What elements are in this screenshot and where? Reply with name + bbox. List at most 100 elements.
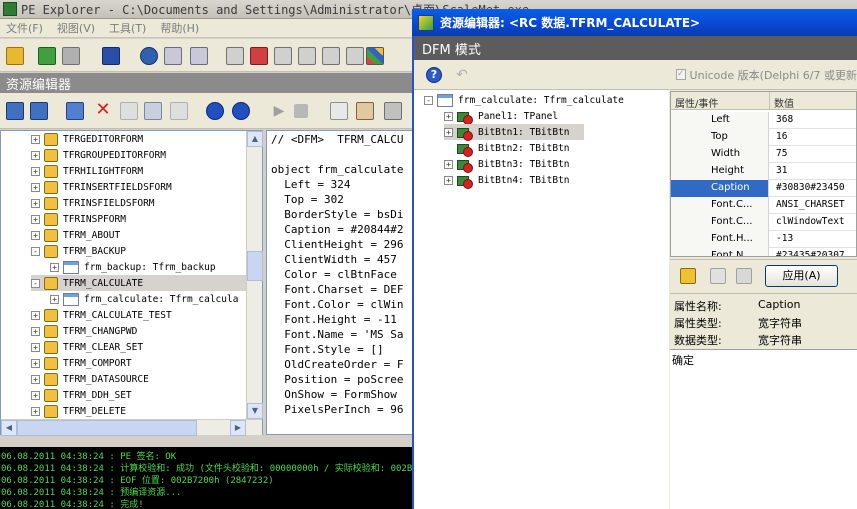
save-all-icon[interactable] [30,102,48,120]
tree-item[interactable]: + TFRINSERTFIELDSFORM [31,179,172,195]
menu-help[interactable]: 帮助(H) [154,20,207,36]
tree-item[interactable]: + TFRM_CALCULATE_TEST [31,307,172,323]
property-value-editor[interactable]: 确定 [670,349,857,509]
property-row[interactable]: Left 368 [671,112,856,129]
expand-icon[interactable]: + [31,182,40,192]
tree-item[interactable]: + frm_backup: Tfrm_backup [50,259,216,275]
property-row-selected[interactable]: Caption #30830#23450 [671,180,856,197]
view-icon[interactable] [330,102,348,120]
sections-icon[interactable] [164,47,182,65]
tree-item[interactable]: - frm_calculate: Tfrm_calculate [424,92,624,108]
unicode-checkbox-row[interactable]: ✓ Unicode 版本(Delphi 6/7 或更新) [670,60,857,90]
property-row[interactable]: Top 16 [671,129,856,146]
info-icon[interactable] [140,47,158,65]
undo-icon[interactable] [120,102,138,120]
tree-horizontal-scrollbar[interactable]: ◀ ▶ [1,419,262,436]
copy-icon[interactable] [144,102,162,120]
property-row[interactable]: Height 31 [671,163,856,180]
menu-tools[interactable]: 工具(T) [103,20,154,36]
tree-item[interactable]: + TFRM_CLEAR_SET [31,339,143,355]
expand-icon[interactable]: + [31,374,40,384]
plugin-icon[interactable] [366,47,384,65]
tree-item[interactable]: - TFRM_BACKUP [31,243,126,259]
dfm-text-view[interactable]: // <DFM> TFRM_CALCU object frm_calculate… [266,130,414,435]
refresh-icon[interactable] [38,47,56,65]
debug-icon[interactable] [298,47,316,65]
expand-icon[interactable]: + [444,127,453,137]
menu-file[interactable]: 文件(F) [0,20,51,36]
apply-button[interactable]: 应用(A) [765,265,838,287]
tree-item[interactable]: + TFRGROUPEDITORFORM [31,147,166,163]
play-icon[interactable]: ▶ [270,102,288,120]
expand-icon[interactable]: + [50,262,59,272]
expand-icon[interactable]: + [31,390,40,400]
stop-icon[interactable] [294,104,308,118]
tree-item[interactable]: + TFRM_DELETE [31,403,126,419]
tree-item[interactable]: + TFRM_ABOUT [31,227,120,243]
property-row[interactable]: Font.C... ANSI_CHARSET [671,197,856,214]
tree-item[interactable]: + TFRM_COMPORT [31,355,132,371]
tree-item[interactable]: + BitBtn4: TBitBtn [444,172,570,189]
expand-icon[interactable]: + [50,294,59,304]
tree-item[interactable]: + TFRM_DATASOURCE [31,371,149,387]
edit-value-icon[interactable] [736,268,752,284]
expand-icon[interactable]: + [444,175,453,185]
tree-item[interactable]: + TFRINSFIELDSFORM [31,195,155,211]
help-icon[interactable]: ? [426,67,442,83]
close-file-icon[interactable] [62,47,80,65]
exports-icon[interactable] [250,47,268,65]
collapse-icon[interactable]: - [31,278,40,288]
property-row[interactable]: Width 75 [671,146,856,163]
scroll-right-icon[interactable]: ▶ [230,420,246,436]
imports-icon[interactable] [226,47,244,65]
expand-icon[interactable]: + [31,406,40,416]
expand-icon[interactable]: + [31,326,40,336]
copy-value-icon[interactable] [710,268,726,284]
component-tree[interactable]: - frm_calculate: Tfrm_calculate + Panel1: … [414,90,669,509]
tree-item[interactable]: + TFRGEDITORFORM [31,131,143,147]
expand-icon[interactable]: + [31,150,40,160]
expand-icon[interactable]: + [444,159,453,169]
expand-icon[interactable]: + [31,358,40,368]
move-up-icon[interactable] [232,102,250,120]
collapse-icon[interactable]: - [424,95,433,105]
expand-icon[interactable]: + [31,134,40,144]
edit-resource-icon[interactable] [66,102,84,120]
open-value-icon[interactable] [680,268,696,284]
expand-icon[interactable]: + [444,111,453,121]
expand-icon[interactable]: + [31,342,40,352]
resource-editor-titlebar[interactable]: 资源编辑器: <RC 数据.TFRM_CALCULATE> [412,9,857,36]
directories-icon[interactable] [190,47,208,65]
expand-icon[interactable]: + [31,230,40,240]
tree-item[interactable]: + TFRINSPFORM [31,211,126,227]
disassembler-icon[interactable] [346,47,364,65]
save-resource-icon[interactable] [6,102,24,120]
tree-item[interactable]: + TFRM_DDH_SET [31,387,132,403]
tree-item[interactable]: + Panel1: TPanel [444,108,558,125]
property-grid[interactable]: 属性/事件 数值 Left 368 Top 16 Width 75 Height 31 … [670,91,857,257]
resources-icon[interactable] [274,47,292,65]
scroll-thumb[interactable] [17,420,197,436]
menu-view[interactable]: 视图(V) [51,20,103,36]
scroll-thumb[interactable] [247,251,263,281]
tree-item-selected[interactable]: + BitBtn1: TBitBtn [444,124,584,141]
open-icon[interactable] [6,47,24,65]
dependency-icon[interactable] [322,47,340,65]
undo-icon[interactable]: ↶ [454,67,470,83]
move-down-icon[interactable] [206,102,224,120]
expand-icon[interactable]: + [31,198,40,208]
expand-icon[interactable]: + [31,166,40,176]
resource-tree[interactable]: + TFRGEDITORFORM + TFRGROUPEDITORFORM + TFR… [0,130,263,435]
scroll-up-icon[interactable]: ▲ [247,131,263,147]
property-row[interactable]: Font.H... -13 [671,231,856,248]
delete-icon[interactable]: ✕ [94,101,112,120]
collapse-icon[interactable]: - [31,246,40,256]
property-row[interactable]: Font.N... #23435#20307 [671,248,856,256]
properties-icon[interactable] [384,102,402,120]
unicode-checkbox[interactable]: ✓ [676,69,686,80]
tree-vertical-scrollbar[interactable]: ▲ ▼ [246,131,263,419]
scroll-left-icon[interactable]: ◀ [1,420,17,436]
paste-icon[interactable] [170,102,188,120]
expand-icon[interactable]: + [31,214,40,224]
tree-item[interactable]: + frm_calculate: Tfrm_calcula [50,291,238,307]
